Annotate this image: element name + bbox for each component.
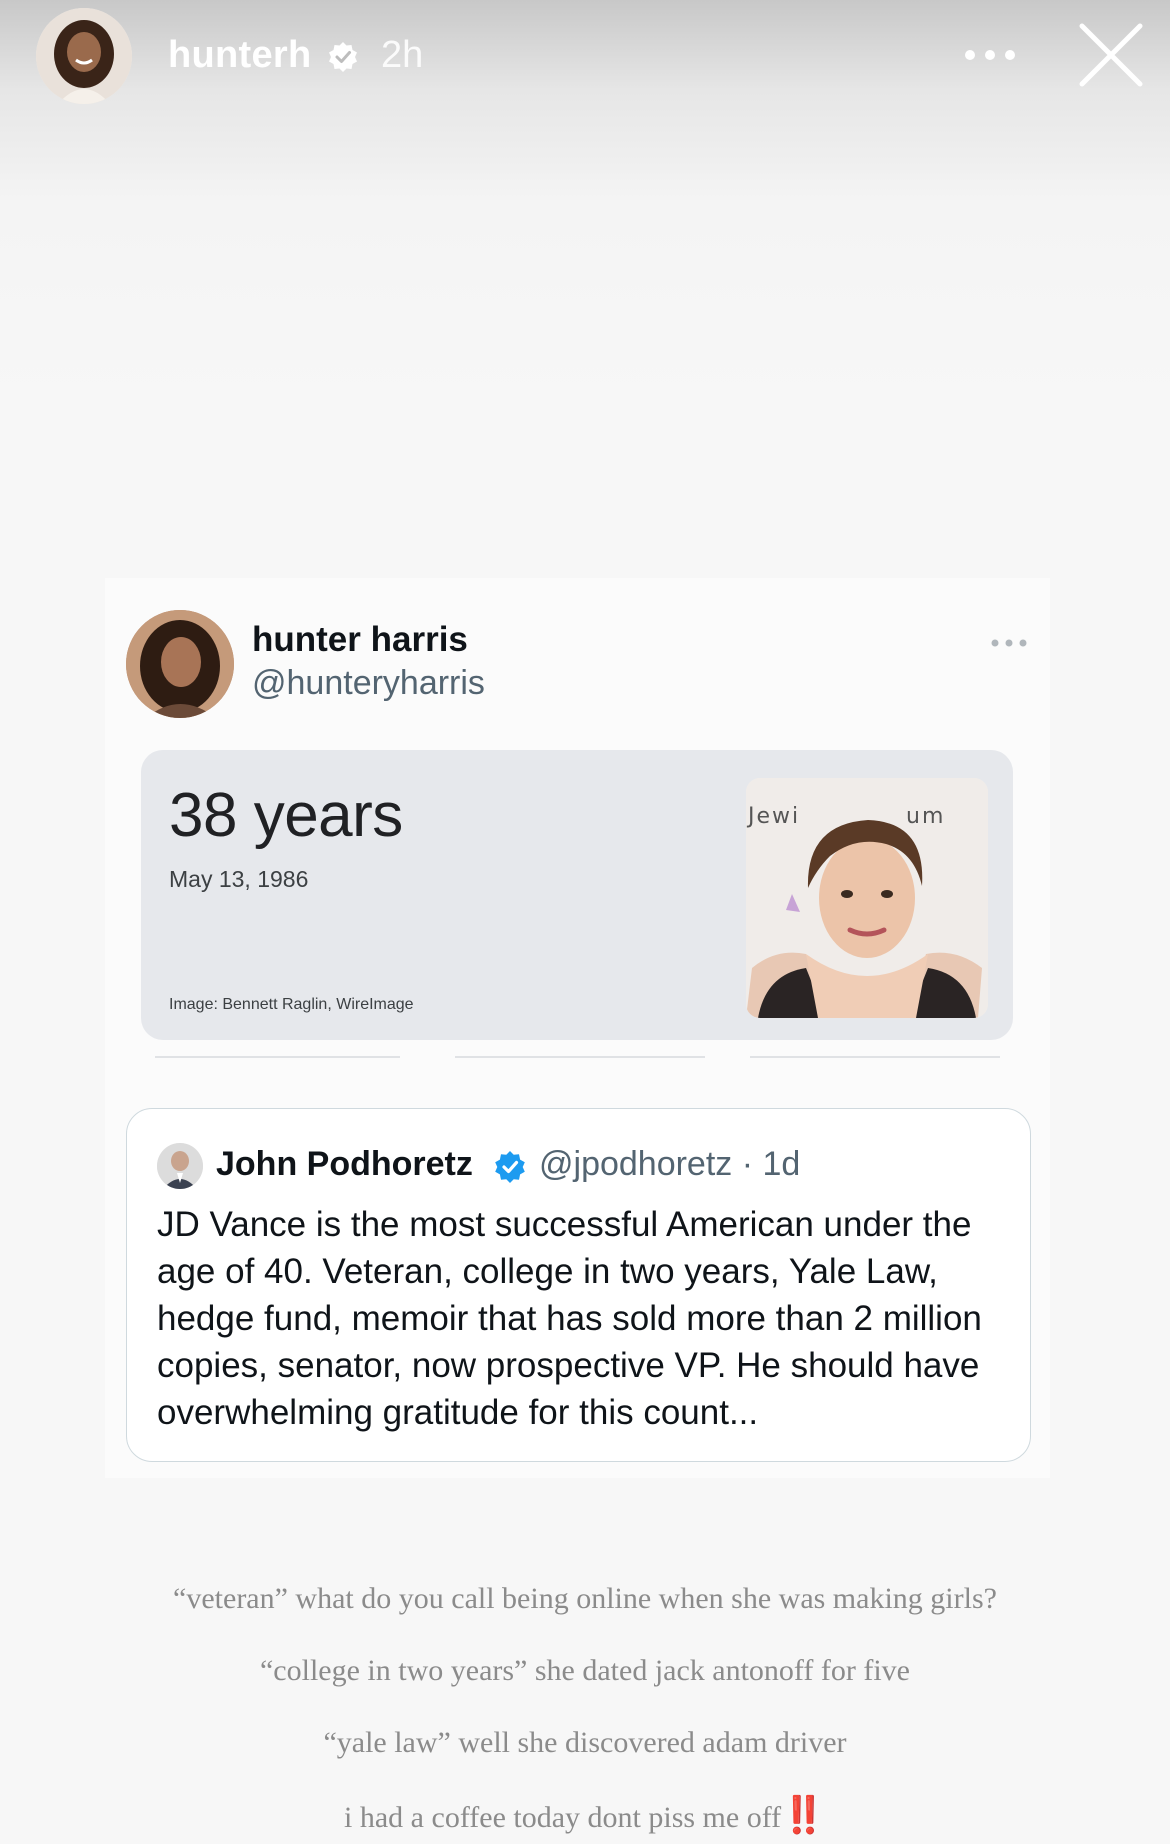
quoted-avatar-photo [157,1143,203,1189]
tweet-avatar-photo [126,610,234,718]
story-username[interactable]: hunterh [168,34,312,77]
caption-line-3: “yale law” well she discovered adam driv… [323,1726,847,1759]
tweet-avatar [126,610,234,718]
story-timestamp: 2h [381,34,424,76]
caption-line-4-text: i had a coffee today dont piss me off [344,1801,782,1834]
tweet-more-icon[interactable] [989,636,1029,650]
story-header: hunterh 2h [0,0,1170,110]
verified-badge-icon [495,1151,525,1183]
avatar-photo [36,8,132,104]
backdrop-text-right: um [906,804,946,829]
story-avatar[interactable] [36,8,132,104]
age-info-card: 38 years May 13, 1986 Image: Bennett Rag… [141,750,1013,1040]
caption-line-2: “college in two years” she dated jack an… [259,1654,910,1687]
quoted-tweet-text: JD Vance is the most successful American… [157,1205,982,1432]
tweet-author-name[interactable]: hunter harris [252,620,468,660]
tweet-screenshot: hunter harris @hunteryharris 38 years Ma… [105,578,1050,1478]
double-exclamation-icon: ‼️ [781,1794,826,1835]
more-options-icon[interactable] [962,40,1018,70]
caption-line-1: “veteran” what do you call being online … [173,1582,997,1615]
image-credit: Image: Bennett Raglin, WireImage [169,996,414,1013]
person-photo: Jewi um [746,778,988,1018]
backdrop-text-left: Jewi [748,804,801,829]
quoted-tweet[interactable]: John Podhoretz @jpodhoretz · 1d JD Vance… [126,1108,1031,1462]
caption-line-4: i had a coffee today dont piss me off‼️ [0,1794,1170,1836]
quoted-handle-time: @jpodhoretz · 1d [539,1145,801,1183]
verified-badge-icon [329,42,357,72]
birth-date: May 13, 1986 [169,866,309,892]
carousel-divider [155,1056,1000,1058]
quoted-avatar [157,1143,203,1189]
quoted-author-name[interactable]: John Podhoretz [216,1145,473,1184]
tweet-author-handle[interactable]: @hunteryharris [252,664,485,703]
age-title: 38 years [169,781,403,850]
close-icon[interactable] [1076,20,1146,90]
